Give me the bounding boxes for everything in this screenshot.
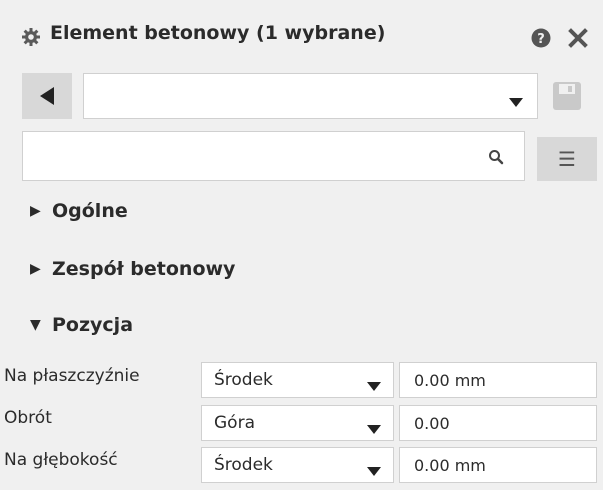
panel-title: Element betonowy (1 wybrane) bbox=[50, 22, 386, 44]
input-value: 0.00 mm bbox=[414, 371, 486, 390]
back-button[interactable] bbox=[22, 73, 72, 119]
chevron-down-icon bbox=[367, 419, 381, 438]
collapse-arrow-icon: ▼ bbox=[30, 317, 41, 333]
save-button[interactable] bbox=[550, 78, 584, 114]
na-plaszczyznie-select[interactable]: Środek bbox=[201, 362, 394, 398]
input-value: 0.00 bbox=[414, 414, 450, 433]
gear-icon bbox=[22, 28, 40, 46]
section-label: Ogólne bbox=[52, 200, 128, 222]
prop-label-na-glebokosc: Na głębokość bbox=[4, 450, 118, 470]
obrot-select[interactable]: Góra bbox=[201, 405, 394, 441]
select-value: Środek bbox=[214, 455, 273, 475]
na-plaszczyznie-input[interactable]: 0.00 mm bbox=[399, 362, 597, 398]
preset-dropdown[interactable] bbox=[83, 73, 538, 119]
section-ogolne[interactable]: ▶ Ogólne bbox=[30, 200, 128, 222]
search-box[interactable] bbox=[22, 131, 525, 181]
obrot-input[interactable]: 0.00 bbox=[399, 405, 597, 441]
chevron-down-icon bbox=[367, 376, 381, 395]
select-value: Środek bbox=[214, 370, 273, 390]
menu-button[interactable]: ☰ bbox=[537, 137, 597, 181]
na-glebokosc-input[interactable]: 0.00 mm bbox=[399, 447, 597, 483]
close-icon[interactable] bbox=[568, 28, 588, 48]
search-input[interactable] bbox=[31, 140, 475, 174]
select-value: Góra bbox=[214, 413, 255, 433]
panel-header: Element betonowy (1 wybrane) ? bbox=[0, 0, 603, 60]
prop-label-na-plaszczyznie: Na płaszczyźnie bbox=[4, 366, 140, 386]
save-icon bbox=[553, 82, 581, 110]
na-glebokosc-select[interactable]: Środek bbox=[201, 447, 394, 483]
section-pozycja[interactable]: ▼ Pozycja bbox=[30, 314, 133, 336]
input-value: 0.00 mm bbox=[414, 456, 486, 475]
expand-arrow-icon: ▶ bbox=[30, 261, 41, 277]
svg-text:?: ? bbox=[537, 32, 545, 47]
search-icon[interactable] bbox=[488, 149, 504, 169]
section-zespol-betonowy[interactable]: ▶ Zespół betonowy bbox=[30, 258, 235, 280]
back-arrow-icon bbox=[40, 87, 54, 105]
section-label: Pozycja bbox=[52, 314, 134, 336]
expand-arrow-icon: ▶ bbox=[30, 203, 41, 219]
chevron-down-icon bbox=[509, 92, 523, 111]
section-label: Zespół betonowy bbox=[52, 258, 236, 280]
properties-panel: Element betonowy (1 wybrane) ? ☰ ▶ Ogóln… bbox=[0, 0, 603, 490]
help-icon[interactable]: ? bbox=[531, 28, 551, 48]
menu-icon: ☰ bbox=[558, 147, 576, 171]
chevron-down-icon bbox=[367, 461, 381, 480]
prop-label-obrot: Obrót bbox=[4, 408, 52, 428]
